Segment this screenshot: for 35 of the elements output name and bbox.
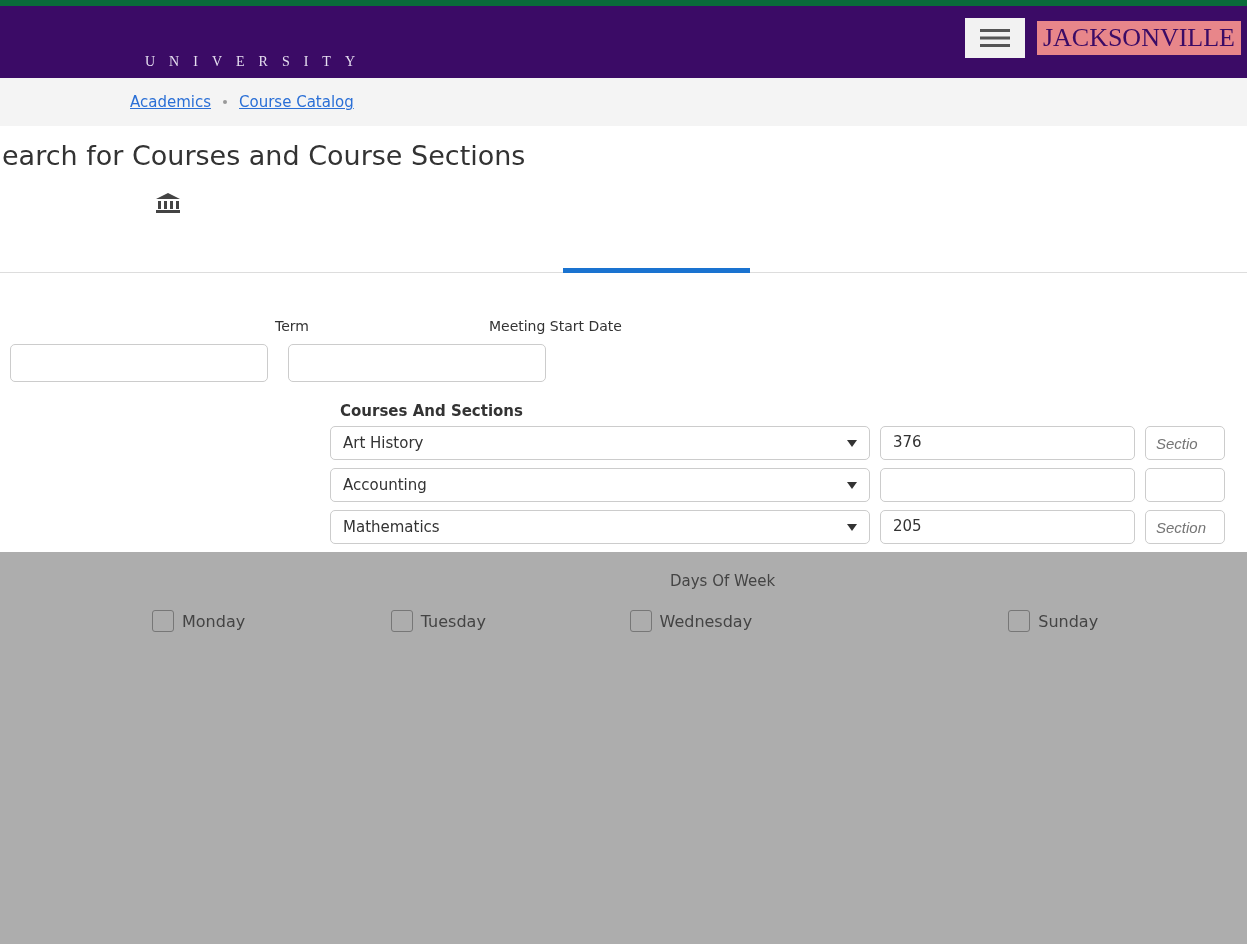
filter-label: Meeting Start Date [488, 318, 622, 334]
university-label: UNIVERSITY [145, 54, 369, 69]
term-field[interactable] [10, 344, 268, 382]
checkbox[interactable] [390, 610, 413, 632]
menu-icon [979, 27, 1010, 49]
course-number-field[interactable] [880, 468, 1135, 502]
day-checkbox[interactable]: Sunday [1008, 610, 1247, 632]
day-checkbox[interactable]: Wednesday [629, 610, 869, 632]
subject-select[interactable]: Accounting [330, 468, 870, 502]
checkbox[interactable] [152, 610, 174, 632]
day-checkbox[interactable]: Tuesday [390, 610, 630, 632]
checkbox[interactable] [1008, 610, 1031, 632]
subject-select[interactable]: Art History [330, 426, 870, 460]
caret-icon [847, 523, 857, 531]
breadcrumb-link[interactable]: Academics [130, 93, 212, 111]
section-field[interactable]: Sectio [1145, 426, 1225, 460]
day-checkbox[interactable]: Monday [152, 610, 391, 632]
filter-label: Term [275, 318, 309, 334]
section-field[interactable] [1145, 468, 1225, 502]
breadcrumb-separator [223, 100, 228, 104]
building-icon [155, 192, 181, 214]
subject-select[interactable]: Mathematics [330, 510, 870, 544]
page-title: earch for Courses and Course Sections [2, 140, 527, 173]
university-wordmark: JACKSONVILLE [1036, 21, 1241, 55]
caret-icon [847, 439, 857, 447]
section-heading: Days Of Week [670, 572, 777, 590]
breadcrumb-link[interactable]: Course Catalog [239, 93, 354, 111]
section-heading: Courses And Sections [340, 402, 524, 420]
date-field[interactable] [288, 344, 546, 382]
course-number-field[interactable]: 205 [880, 510, 1135, 544]
checkbox[interactable] [629, 610, 652, 632]
course-number-field[interactable]: 376 [880, 426, 1135, 460]
caret-icon [847, 481, 857, 489]
section-field[interactable]: Section [1145, 510, 1225, 544]
menu-button[interactable] [964, 18, 1025, 58]
